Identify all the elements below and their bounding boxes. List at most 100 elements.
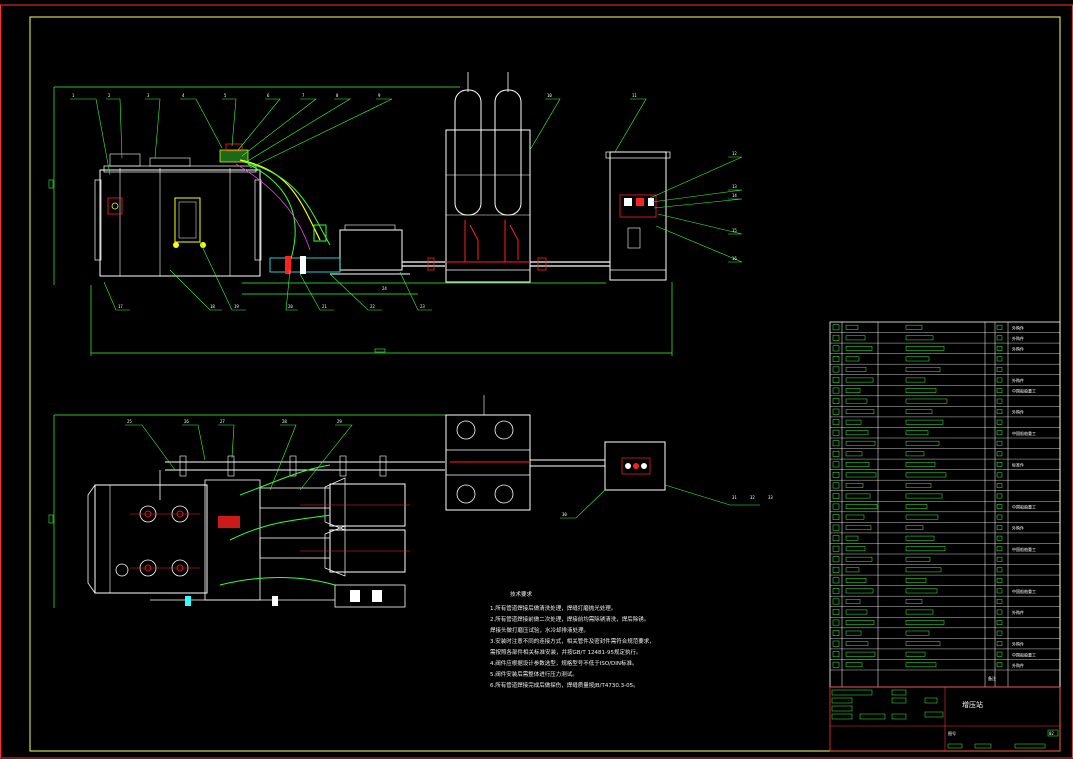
bom-name	[905, 546, 946, 552]
callout-26: 26	[184, 419, 189, 424]
bom-qty	[996, 377, 1003, 383]
bom-qty	[996, 535, 1003, 541]
callout-32: 32	[750, 495, 755, 500]
bom-name	[905, 620, 945, 625]
bom-qty	[996, 451, 1003, 457]
bom-qty	[996, 630, 1003, 636]
callout-27: 27	[220, 419, 225, 424]
bom-code	[845, 483, 864, 488]
bom-code	[845, 388, 861, 393]
bom-code	[845, 398, 868, 404]
top-view: 25 26 27 28 29 30 31 32 33	[48, 395, 773, 608]
bom-qty	[996, 367, 1003, 372]
bom-code	[845, 324, 859, 330]
bom-qty	[996, 472, 1003, 478]
bom-code	[845, 335, 866, 341]
bom-item-no	[832, 461, 840, 468]
bom-name	[905, 346, 945, 351]
bom-name	[905, 609, 934, 615]
bom-item-no	[832, 472, 840, 478]
bom-item-no	[832, 503, 840, 510]
bom-code	[845, 440, 876, 446]
bom-name	[905, 335, 934, 341]
bom-item-no	[832, 619, 840, 626]
callout-4: 4	[182, 93, 185, 98]
callout-23: 23	[420, 304, 425, 309]
note-line: 2.所有管道焊接前做二次处理，焊接前均需除锈清洗，焊后除锈。	[490, 615, 649, 623]
bom-remark: 外购件	[1012, 377, 1024, 383]
bom-qty	[996, 504, 1003, 509]
bom-name	[905, 440, 940, 446]
bom-code	[845, 567, 860, 573]
bom-remark: 外购件	[1012, 409, 1024, 415]
note-line: 4.阀件应根据设计参数选型，规格型号不低于ISO/DIN标准。	[490, 659, 638, 667]
bom-code	[845, 630, 862, 636]
bom-remark: 外购件	[1012, 662, 1024, 668]
bom-item-no	[832, 545, 840, 552]
bom-code	[845, 493, 871, 499]
bom-qty	[996, 651, 1003, 657]
bom-qty	[996, 419, 1003, 425]
bom-code	[845, 419, 862, 425]
callout-3: 3	[147, 93, 150, 98]
bom-remark: 中国船舶重工	[1012, 588, 1036, 594]
bom-remark: 外购件	[1012, 324, 1024, 330]
bom-name	[905, 630, 930, 636]
bom-remark: 外购件	[1012, 335, 1024, 341]
callout-7: 7	[302, 93, 305, 98]
callout-18: 18	[210, 304, 215, 309]
bom-code	[845, 462, 870, 467]
bom-remark: 外购件	[1012, 609, 1024, 615]
bom-code	[845, 535, 859, 541]
bom-item-no	[832, 640, 840, 647]
bom-qty	[996, 388, 1003, 393]
bom-name	[905, 367, 941, 372]
bom-code	[845, 504, 878, 509]
bom-remark: 中国船舶重工	[1012, 546, 1036, 552]
bom-remark: 外购件	[1012, 345, 1024, 351]
bom-qty	[996, 556, 1003, 562]
note-line: 3.安装时注意不同的连接方式，相关管件及密封件需符合规范要求，	[490, 637, 655, 645]
bom-name	[905, 504, 928, 509]
bom-remark: 中国船舶重工	[1012, 504, 1036, 510]
bom-item-no	[832, 493, 840, 499]
bom-name	[905, 514, 939, 520]
note-line: 1.所有管道焊接后做清洗处理，焊缝打磨抛光处理。	[490, 604, 616, 612]
bom-qty	[996, 335, 1003, 341]
bom-code	[845, 367, 867, 372]
bom-name	[905, 651, 926, 657]
bom-item-no	[832, 408, 840, 415]
callout-19: 19	[234, 304, 239, 309]
bom-qty	[996, 599, 1003, 604]
bom-name	[905, 483, 932, 488]
bom-item-no	[832, 324, 840, 331]
bom-name	[905, 377, 926, 383]
bom-item-no	[832, 524, 840, 531]
bom-qty	[996, 609, 1003, 615]
bom-remark: 中国船舶重工	[1012, 388, 1036, 394]
bom-code	[845, 430, 869, 436]
bom-code	[845, 620, 875, 625]
callout-25: 25	[127, 419, 132, 424]
callout-20: 20	[288, 304, 293, 309]
bom-code	[845, 346, 873, 351]
bom-qty	[996, 578, 1003, 583]
bom-item-no	[832, 630, 840, 636]
bom-item-no	[832, 377, 840, 383]
bom-qty	[996, 662, 1003, 668]
callout-21: 21	[322, 304, 327, 309]
bom-qty	[996, 620, 1003, 625]
bom-name	[905, 430, 929, 436]
bom-name	[905, 356, 930, 362]
callout-31: 31	[732, 495, 737, 500]
bom-name	[905, 588, 938, 594]
bom-code	[845, 609, 868, 615]
tank-top	[94, 484, 208, 594]
bom-code	[845, 451, 863, 457]
bom-name	[905, 578, 927, 583]
bom-item-no	[832, 566, 840, 573]
cad-drawing-sheet: 1 2 3 4 5 6 7 8 9 10 11 12 13 14 15 16 1…	[0, 4, 1073, 759]
front-view: 1 2 3 4 5 6 7 8 9 10 11 12 13 14 15 16 1…	[48, 72, 743, 356]
bom-item-no	[832, 482, 840, 489]
bom-item-no	[832, 440, 840, 447]
